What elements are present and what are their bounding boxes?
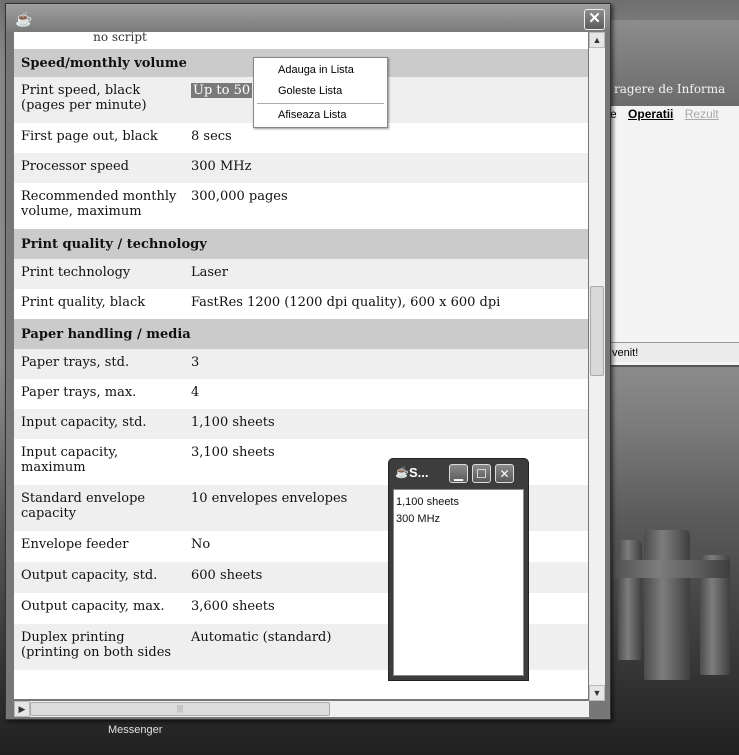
minimize-icon[interactable]: ▁ <box>449 464 468 483</box>
row-label: Paper trays, max. <box>14 379 184 409</box>
scroll-right-icon[interactable]: ▶ <box>14 701 30 717</box>
horizontal-scroll-thumb[interactable]: ||| <box>30 702 330 716</box>
close-button[interactable]: ✕ <box>584 9 605 30</box>
table-row: Print quality, black FastRes 1200 (1200 … <box>14 289 588 319</box>
background-window-titlebar[interactable]: ragere de Informa <box>606 20 739 106</box>
stone-lintel <box>610 560 730 578</box>
scroll-down-icon[interactable]: ▼ <box>589 685 605 701</box>
background-window-menubar: e Operatii Rezult <box>610 107 739 127</box>
row-label: Print technology <box>14 259 184 289</box>
menu-item-operatii[interactable]: Operatii <box>628 107 673 121</box>
row-label: Output capacity, std. <box>14 562 184 593</box>
menu-item[interactable]: e <box>610 107 617 121</box>
row-label: Output capacity, max. <box>14 593 184 624</box>
vertical-scroll-thumb[interactable] <box>590 286 604 376</box>
row-label-cont: maximum <box>21 460 86 475</box>
section-header: Paper handling / media <box>14 319 588 349</box>
table-row: Paper trays, std. 3 <box>14 349 588 379</box>
row-label: Processor speed <box>14 153 184 183</box>
menu-separator <box>257 103 384 104</box>
section-header: Print quality / technology <box>14 229 588 259</box>
row-label: First page out, black <box>14 123 184 153</box>
row-label: Print quality, black <box>14 289 184 319</box>
row-label-cont: capacity <box>21 506 77 521</box>
table-row: Input capacity, std. 1,100 sheets <box>14 409 588 439</box>
stone-shape <box>644 530 690 680</box>
background-window-title: ragere de Informa <box>614 82 726 96</box>
row-value: Laser <box>184 259 588 289</box>
menu-item-adauga[interactable]: Adauga in Lista <box>278 64 354 76</box>
row-label: Standard envelope <box>21 491 146 506</box>
table-row: Paper trays, max. 4 <box>14 379 588 409</box>
row-label: Print speed, black <box>21 83 141 98</box>
row-value: 4 <box>184 379 588 409</box>
close-icon[interactable]: ✕ <box>495 464 514 483</box>
maximize-icon[interactable]: ☐ <box>472 464 491 483</box>
background-window[interactable]: ragere de Informa e Operatii Rezult veni… <box>604 20 739 367</box>
java-cup-icon: ☕ <box>15 11 33 27</box>
row-label: Input capacity, <box>21 445 119 460</box>
menu-item-rezultate[interactable]: Rezult <box>685 107 719 121</box>
list-window-title: S... <box>409 465 429 480</box>
row-label-cont: volume, maximum <box>21 204 142 219</box>
context-menu: Adauga in Lista Goleste Lista Afiseaza L… <box>253 57 388 128</box>
row-label: Duplex printing <box>21 630 125 645</box>
menu-item-afiseaza[interactable]: Afiseaza Lista <box>278 109 346 121</box>
noscript-text: no script <box>14 32 226 49</box>
row-value: FastRes 1200 (1200 dpi quality), 600 x 6… <box>184 289 588 319</box>
list-window-body: 1,100 sheets 300 MHz <box>393 489 524 676</box>
selected-value[interactable]: Up to 50 <box>191 83 253 98</box>
vertical-scrollbar[interactable]: ▲ ▼ <box>589 32 605 701</box>
list-window[interactable]: ☕ S... ▁ ☐ ✕ 1,100 sheets 300 MHz <box>388 458 529 681</box>
row-label: Envelope feeder <box>14 531 184 562</box>
horizontal-scrollbar[interactable]: ◀ ||| ▶ <box>14 701 589 717</box>
row-value: 1,100 sheets <box>184 409 588 439</box>
stone-shape <box>618 540 642 660</box>
row-label: Recommended monthly <box>21 189 177 204</box>
main-window-titlebar[interactable]: ☕ ✕ <box>6 4 610 32</box>
row-label: Input capacity, std. <box>14 409 184 439</box>
desktop-icon-label[interactable]: Messenger <box>108 724 162 736</box>
table-row: Processor speed 300 MHz <box>14 153 588 183</box>
list-item: 300 MHz <box>396 513 441 525</box>
row-value: 3 <box>184 349 588 379</box>
menu-item-goleste[interactable]: Goleste Lista <box>278 85 342 97</box>
row-value: 300 MHz <box>184 153 588 183</box>
scroll-up-icon[interactable]: ▲ <box>589 32 605 48</box>
list-item: 1,100 sheets <box>396 496 459 508</box>
row-label-cont: (pages per minute) <box>21 98 147 113</box>
row-label-cont: (printing on both sides <box>21 645 172 660</box>
status-bar: venit! <box>606 342 739 362</box>
table-row: Recommended monthly volume, maximum 300,0… <box>14 183 588 229</box>
row-value: 300,000 pages <box>184 183 588 229</box>
row-label: Paper trays, std. <box>14 349 184 379</box>
java-cup-icon: ☕ <box>395 467 409 479</box>
table-row: Print technology Laser <box>14 259 588 289</box>
